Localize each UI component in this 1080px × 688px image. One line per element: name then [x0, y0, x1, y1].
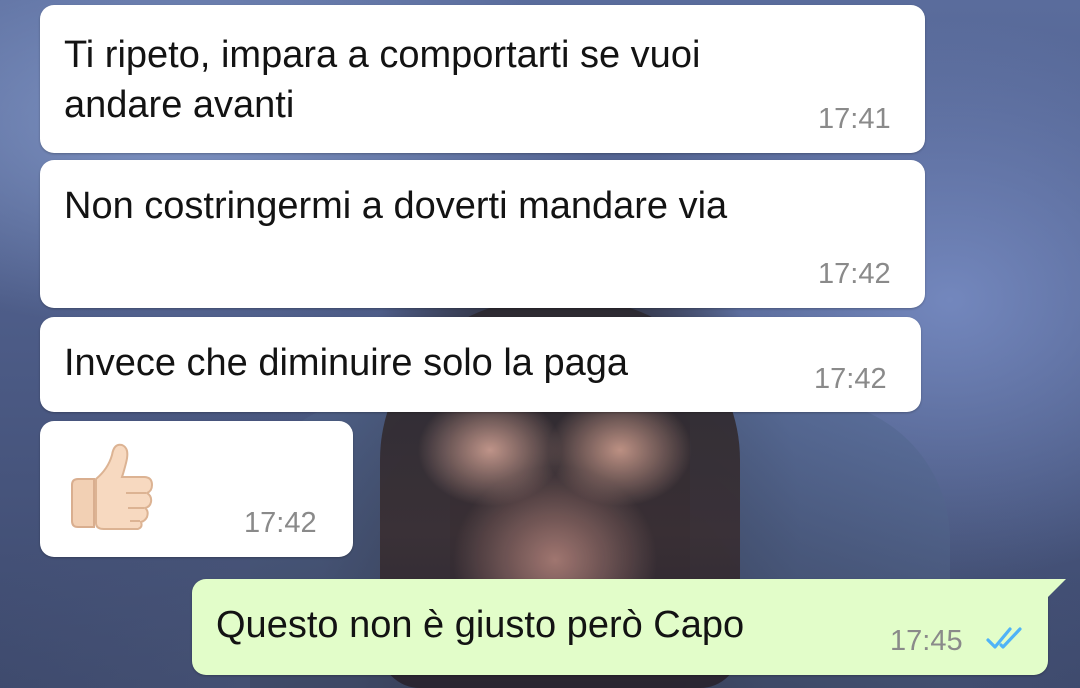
- incoming-message-bubble[interactable]: 17:42: [40, 421, 353, 557]
- message-text: Ti ripeto, impara a comportarti se vuoi: [64, 34, 701, 76]
- incoming-message-bubble[interactable]: Non costringermi a doverti mandare via 1…: [40, 160, 925, 308]
- double-check-icon: [986, 627, 1022, 649]
- message-text: andare avanti: [64, 84, 295, 126]
- message-timestamp: 17:42: [818, 258, 891, 290]
- thumbs-up-icon: [71, 443, 154, 530]
- message-text: Invece che diminuire solo la paga: [64, 342, 629, 384]
- message-timestamp: 17:45: [890, 625, 963, 657]
- incoming-message-bubble[interactable]: Invece che diminuire solo la paga 17:42: [40, 317, 921, 412]
- message-text: Questo non è giusto però Capo: [216, 604, 745, 646]
- bubble-tail: [1044, 579, 1066, 601]
- message-timestamp: 17:42: [244, 507, 317, 539]
- message-timestamp: 17:41: [818, 103, 891, 135]
- message-timestamp: 17:42: [814, 363, 887, 395]
- outgoing-message-bubble[interactable]: Questo non è giusto però Capo 17:45: [192, 579, 1066, 675]
- incoming-message-bubble[interactable]: Ti ripeto, impara a comportarti se vuoi …: [40, 5, 925, 153]
- message-text: Non costringermi a doverti mandare via: [64, 185, 728, 227]
